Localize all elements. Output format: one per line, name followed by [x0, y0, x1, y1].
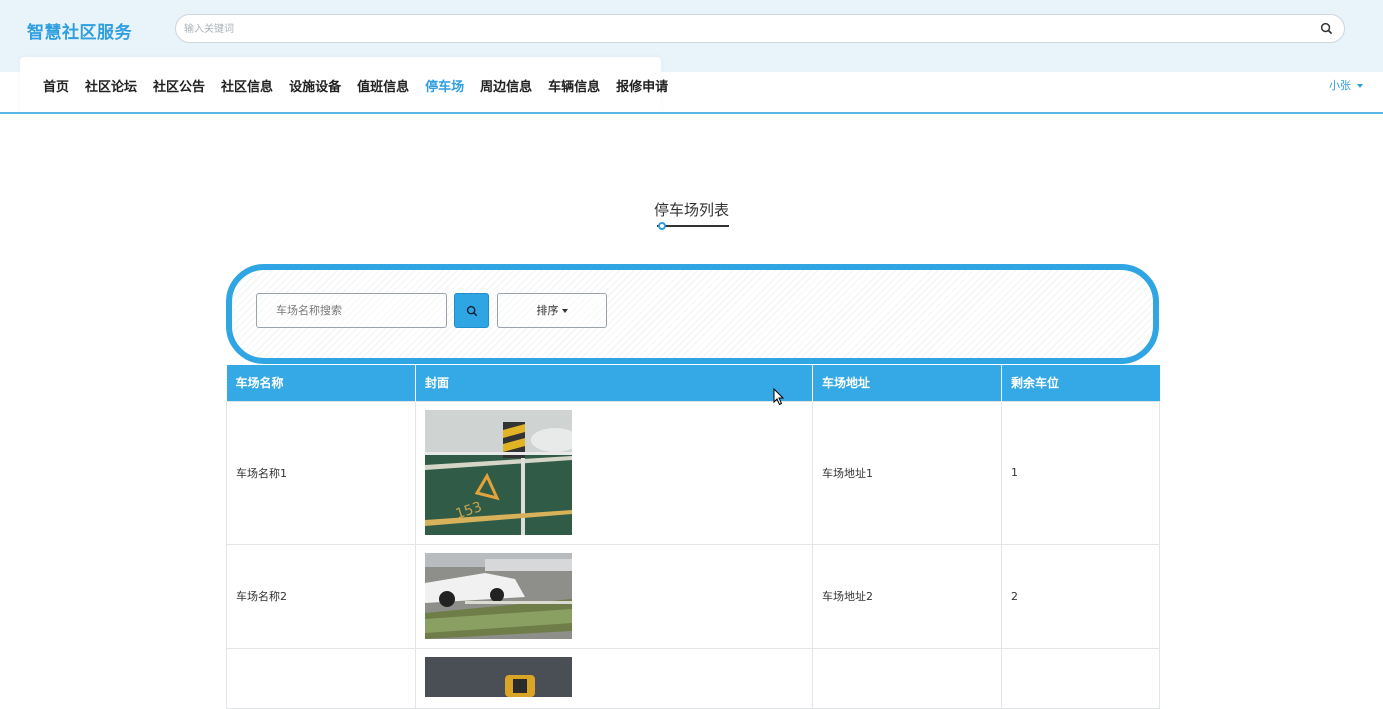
cover-cell	[415, 647, 813, 709]
parking-table: 车场名称 封面 车场地址 剩余车位 车场名称1 153 车场地址1 1 车场名称…	[226, 365, 1160, 709]
chevron-down-icon	[561, 309, 568, 313]
global-search-input[interactable]	[184, 21, 1284, 37]
remaining-spaces-cell[interactable]: 2	[1001, 543, 1160, 649]
parking-address-cell[interactable]	[812, 647, 1002, 709]
mouse-pointer-icon	[773, 388, 785, 406]
cover-cell	[415, 543, 813, 649]
user-menu[interactable]: 小张	[1329, 77, 1363, 93]
parking-name-cell[interactable]	[226, 647, 416, 709]
chevron-down-icon	[1357, 84, 1363, 88]
global-search-box	[175, 14, 1345, 43]
user-name: 小张	[1329, 79, 1351, 92]
nav-item-duty-info[interactable]: 值班信息	[357, 76, 409, 95]
cover-cell: 153	[415, 400, 813, 545]
nav-item-forum[interactable]: 社区论坛	[85, 76, 137, 95]
sort-label: 排序	[536, 304, 559, 317]
parking-cover-image[interactable]: 153	[425, 410, 572, 535]
parking-name-cell[interactable]: 车场名称1	[226, 400, 416, 545]
parking-cover-image[interactable]	[425, 656, 572, 697]
filter-panel: 排序	[226, 264, 1159, 364]
nav-item-repair-request[interactable]: 报修申请	[616, 76, 668, 95]
parking-name-search-input[interactable]	[256, 293, 447, 328]
main-nav: 首页 社区论坛 社区公告 社区信息 设施设备 值班信息 停车场 周边信息 车辆信…	[20, 57, 668, 112]
column-header-spaces[interactable]: 剩余车位	[1001, 365, 1160, 401]
nav-item-facilities[interactable]: 设施设备	[289, 76, 341, 95]
nav-item-nearby-info[interactable]: 周边信息	[480, 76, 532, 95]
table-row[interactable]	[226, 647, 1160, 709]
table-header-row: 车场名称 封面 车场地址 剩余车位	[226, 365, 1160, 401]
nav-item-community-info[interactable]: 社区信息	[221, 76, 273, 95]
table-row[interactable]: 车场名称2 车场地址2 2	[226, 543, 1160, 649]
table-row[interactable]: 车场名称1 153 车场地址1 1	[226, 400, 1160, 545]
search-icon[interactable]	[1320, 22, 1333, 35]
column-header-address[interactable]: 车场地址	[812, 365, 1002, 401]
remaining-spaces-cell[interactable]	[1001, 647, 1160, 709]
column-header-cover[interactable]: 封面	[415, 365, 813, 401]
title-dot-icon	[658, 222, 666, 230]
remaining-spaces-cell[interactable]: 1	[1001, 400, 1160, 545]
nav-item-vehicle-info[interactable]: 车辆信息	[548, 76, 600, 95]
parking-name-cell[interactable]: 车场名称2	[226, 543, 416, 649]
search-button[interactable]	[454, 293, 489, 328]
column-header-name[interactable]: 车场名称	[226, 365, 416, 401]
parking-address-cell[interactable]: 车场地址1	[812, 400, 1002, 545]
nav-divider	[0, 112, 1383, 114]
nav-item-announcements[interactable]: 社区公告	[153, 76, 205, 95]
nav-item-home[interactable]: 首页	[43, 76, 69, 95]
parking-address-cell[interactable]: 车场地址2	[812, 543, 1002, 649]
sort-dropdown-button[interactable]: 排序	[497, 293, 607, 328]
search-icon	[466, 305, 478, 317]
page-title: 停车场列表	[653, 201, 729, 219]
site-logo-text[interactable]: 智慧社区服务	[27, 18, 132, 43]
parking-cover-image[interactable]	[425, 553, 572, 639]
nav-item-parking[interactable]: 停车场	[425, 76, 464, 95]
title-underline	[657, 225, 729, 227]
